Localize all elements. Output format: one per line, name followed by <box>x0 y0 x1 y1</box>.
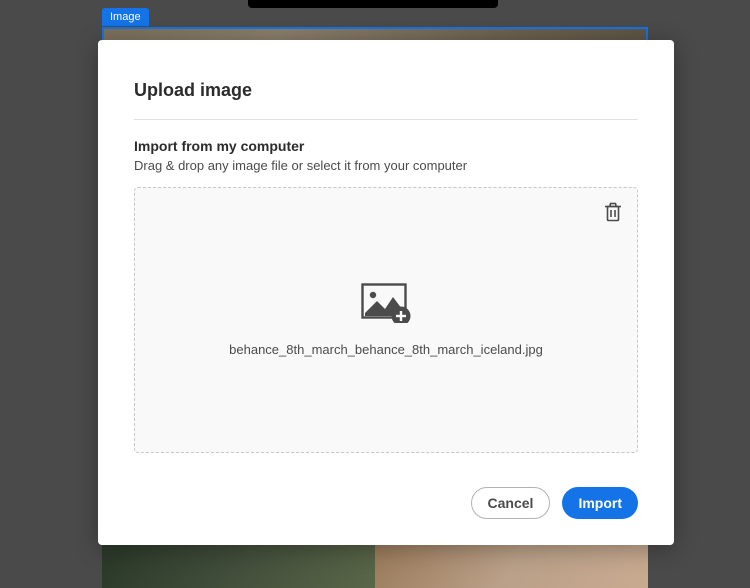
image-upload-icon <box>361 283 411 328</box>
modal-title: Upload image <box>134 80 638 101</box>
trash-icon <box>604 202 622 222</box>
bg-photo-left <box>102 543 375 588</box>
file-name: behance_8th_march_behance_8th_march_icel… <box>229 342 543 357</box>
upload-image-modal: Upload image Import from my computer Dra… <box>98 40 674 545</box>
background-image-bottom <box>102 543 648 588</box>
delete-button[interactable] <box>601 200 625 224</box>
divider <box>134 119 638 120</box>
section-title: Import from my computer <box>134 138 638 154</box>
modal-footer: Cancel Import <box>471 487 638 519</box>
import-button[interactable]: Import <box>562 487 638 519</box>
cancel-button[interactable]: Cancel <box>471 487 551 519</box>
section-description: Drag & drop any image file or select it … <box>134 158 638 173</box>
image-tag: Image <box>102 8 149 26</box>
background-toolbar <box>248 0 498 8</box>
drop-zone[interactable]: behance_8th_march_behance_8th_march_icel… <box>134 187 638 453</box>
bg-photo-right <box>375 543 648 588</box>
